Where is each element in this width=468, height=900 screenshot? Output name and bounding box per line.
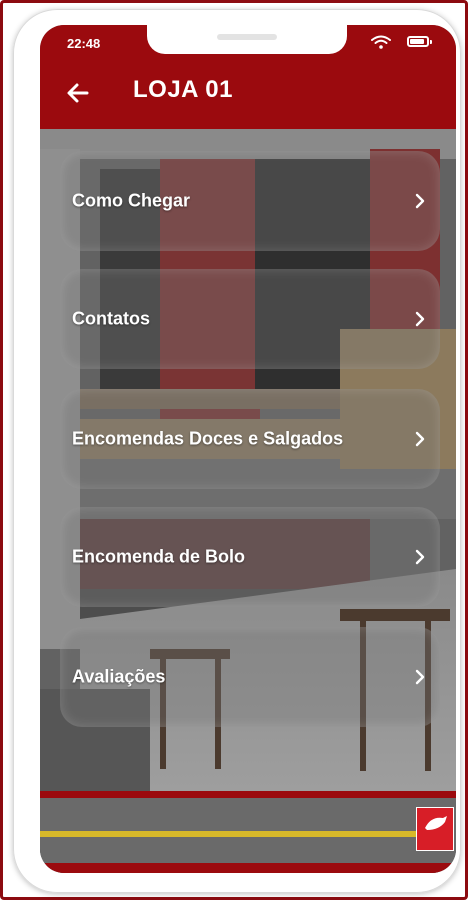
- store-content: Como Chegar Contatos Encomendas Doces e …: [40, 129, 456, 791]
- menu-item-avaliacoes[interactable]: Avaliações: [60, 627, 440, 727]
- phone-screen: 22:48 LOJA 01 Como Chegar Contatos Encom…: [40, 25, 456, 873]
- menu-item-label: Contatos: [72, 308, 150, 329]
- app-bar: 22:48 LOJA 01: [40, 25, 456, 129]
- chevron-right-icon: [415, 311, 425, 327]
- wifi-icon: [371, 35, 391, 49]
- menu-item-como-chegar[interactable]: Como Chegar: [60, 151, 440, 251]
- menu-item-label: Encomendas Doces e Salgados: [72, 428, 344, 449]
- banner-bottom-stripe: [40, 863, 456, 873]
- brand-logo: [416, 807, 454, 851]
- status-bar: 22:48: [40, 25, 456, 61]
- chevron-right-icon: [415, 431, 425, 447]
- banner-yellow-line: [40, 831, 420, 837]
- page-title: LOJA 01: [133, 76, 233, 103]
- chevron-right-icon: [415, 669, 425, 685]
- menu-item-contatos[interactable]: Contatos: [60, 269, 440, 369]
- menu-item-label: Como Chegar: [72, 190, 191, 211]
- menu-item-label: Avaliações: [72, 666, 166, 687]
- battery-icon: [407, 36, 432, 47]
- status-time: 22:48: [67, 36, 101, 51]
- back-arrow-icon[interactable]: [60, 75, 96, 111]
- phone-mockup: 22:48 LOJA 01 Como Chegar Contatos Encom…: [13, 9, 461, 893]
- menu-item-label: Encomenda de Bolo: [72, 546, 246, 567]
- page-frame: 22:48 LOJA 01 Como Chegar Contatos Encom…: [0, 0, 468, 900]
- menu-item-encomenda-bolo[interactable]: Encomenda de Bolo: [60, 507, 440, 607]
- chevron-right-icon: [415, 549, 425, 565]
- chevron-right-icon: [415, 193, 425, 209]
- banner-top-stripe: [40, 791, 456, 798]
- menu-item-encomendas-doces-salgados[interactable]: Encomendas Doces e Salgados: [60, 389, 440, 489]
- logo-bird-icon: [425, 816, 447, 830]
- phone-notch: [147, 25, 347, 54]
- bottom-banner[interactable]: [40, 791, 456, 873]
